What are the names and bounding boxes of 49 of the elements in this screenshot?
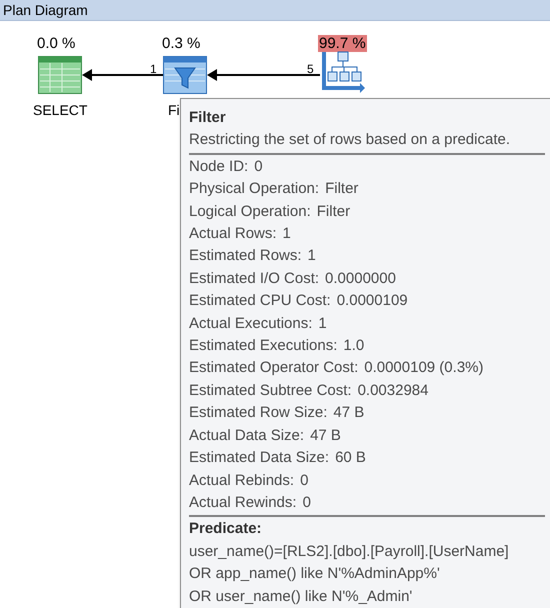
row-count: 1 xyxy=(150,62,157,76)
cost-percentage: 0.0 % xyxy=(36,35,76,52)
property-value: 1.0 xyxy=(343,336,364,356)
property-label: Estimated Row Size: xyxy=(189,403,328,424)
property-label: Actual Rewinds: xyxy=(189,492,297,513)
property-value: 1 xyxy=(318,314,327,334)
property-value: 0.0000109 (0.3%) xyxy=(364,358,484,378)
property-label: Actual Rows: xyxy=(189,224,277,244)
property-value: 0 xyxy=(302,492,311,513)
property-label: Node ID: xyxy=(189,156,248,177)
predicate-line: OR user_name() like N'%_Admin' xyxy=(189,586,412,607)
property-label: Estimated Executions: xyxy=(189,336,338,356)
cost-percentage: 99.7 % xyxy=(318,35,367,52)
property-label: Actual Data Size: xyxy=(189,426,304,446)
property-value: 0.0032984 xyxy=(358,380,428,401)
property-label: Estimated CPU Cost: xyxy=(189,291,331,312)
predicate-heading: Predicate: xyxy=(189,519,262,540)
property-value: 60 B xyxy=(335,448,366,468)
hierarchy-icon xyxy=(320,50,366,94)
predicate-line: user_name()=[RLS2].[dbo].[Payroll].[UserName] xyxy=(189,542,509,562)
property-label: Estimated I/O Cost: xyxy=(189,268,320,289)
operator-label: Fi xyxy=(168,102,180,118)
property-label: Estimated Subtree Cost: xyxy=(189,380,352,401)
property-value: 0.0000109 xyxy=(336,291,408,312)
property-value: 0 xyxy=(254,156,263,177)
panel-title-bar: Plan Diagram xyxy=(0,0,550,21)
table-icon xyxy=(38,56,82,94)
property-value: 1 xyxy=(308,246,316,266)
property-label: Estimated Data Size: xyxy=(189,448,330,468)
property-label: Actual Rebinds: xyxy=(189,470,294,490)
tooltip-description: Restricting the set of rows based on a predicate. xyxy=(189,130,510,150)
row-count: 5 xyxy=(307,62,314,76)
property-value: Filter xyxy=(316,202,350,222)
funnel-table-icon xyxy=(163,56,207,94)
tooltip-title: Filter xyxy=(189,108,226,128)
property-value: Filter xyxy=(325,179,358,200)
property-label: Estimated Operator Cost: xyxy=(189,358,358,378)
property-label: Physical Operation: xyxy=(189,179,320,200)
operator-label: SELECT xyxy=(33,102,88,118)
property-label: Estimated Rows: xyxy=(189,246,302,266)
cost-percentage: 0.3 % xyxy=(161,35,202,52)
property-label: Logical Operation: xyxy=(189,202,311,222)
property-value: 47 B xyxy=(333,403,364,424)
property-label: Actual Executions: xyxy=(189,314,312,334)
property-value: 0 xyxy=(300,470,308,490)
property-value: 0.0000000 xyxy=(325,268,396,289)
property-value: 47 B xyxy=(310,426,341,446)
predicate-line: OR app_name() like N'%AdminApp%' xyxy=(189,564,440,584)
property-value: 1 xyxy=(282,224,291,244)
